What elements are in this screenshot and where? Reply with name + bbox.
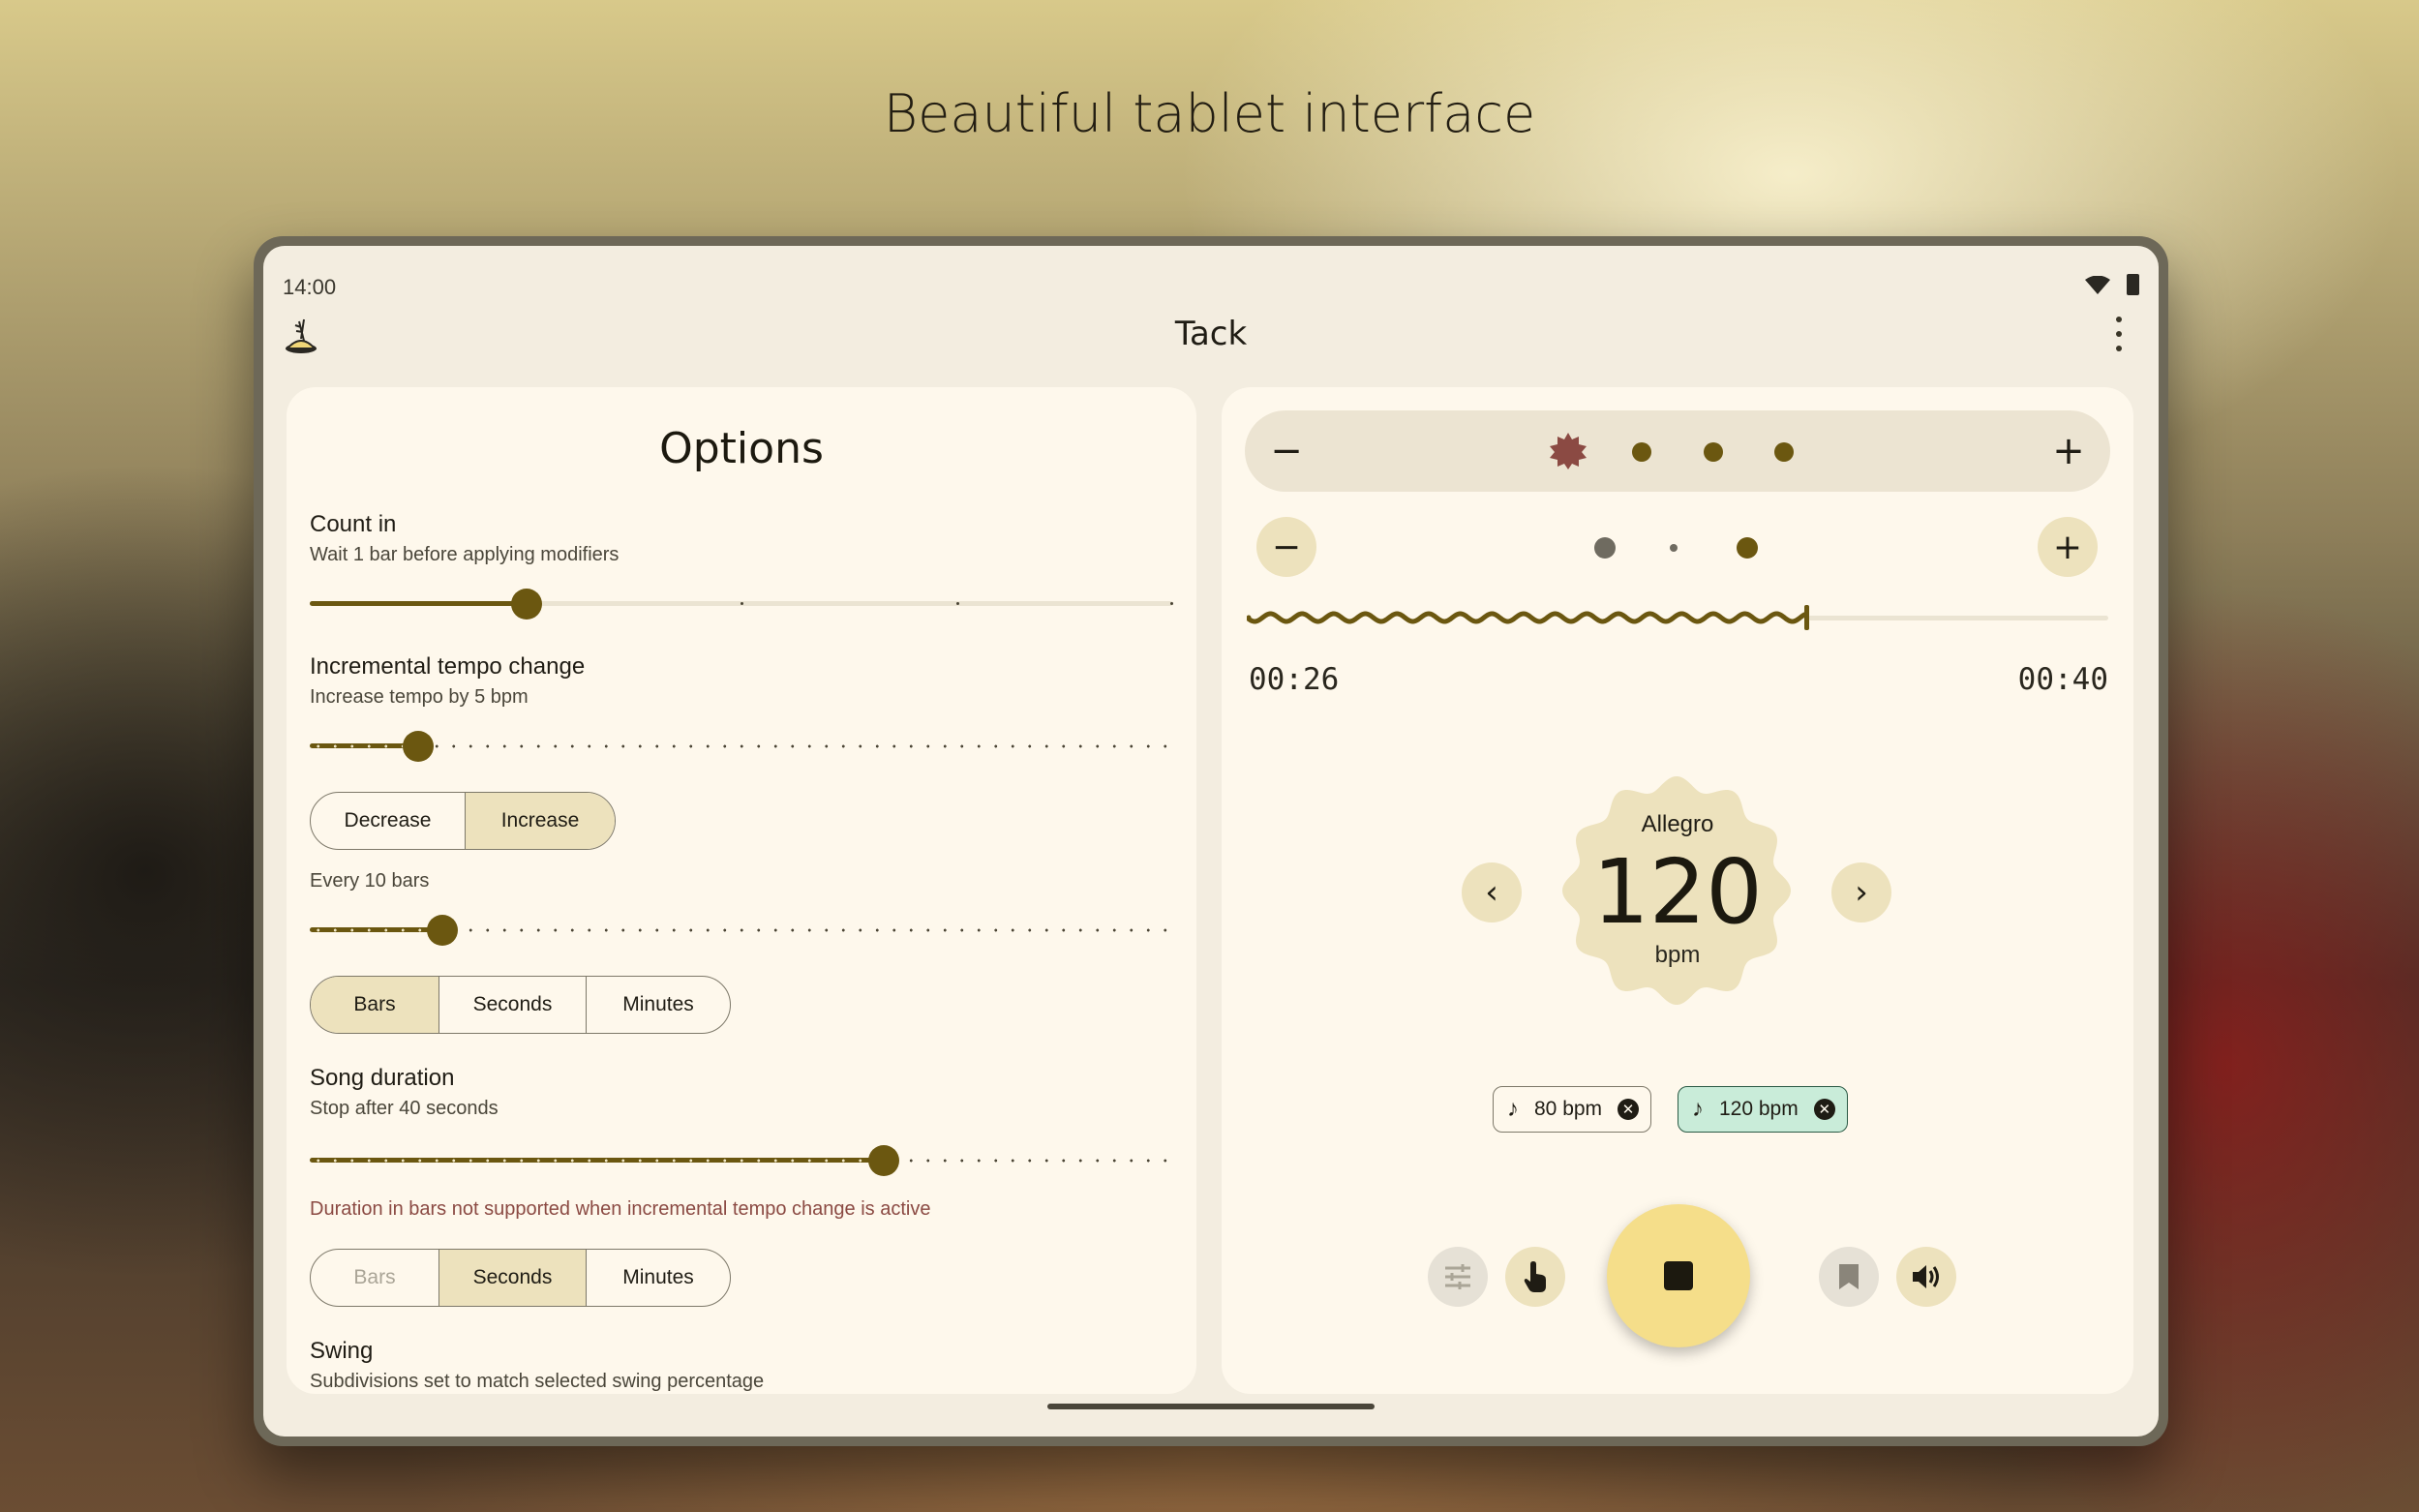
incremental-title: Incremental tempo change xyxy=(310,653,586,680)
beat-dot[interactable] xyxy=(1774,442,1794,462)
volume-icon xyxy=(1913,1265,1939,1288)
song-duration-slider[interactable] xyxy=(310,1143,1173,1176)
subdivision-dot[interactable] xyxy=(1737,537,1758,559)
next-tempo-button[interactable]: › xyxy=(1831,862,1891,922)
page-headline: Beautiful tablet interface xyxy=(883,83,1536,144)
song-duration-subtitle: Stop after 40 seconds xyxy=(310,1098,499,1119)
increase-option[interactable]: Increase xyxy=(466,793,615,849)
decrease-option[interactable]: Decrease xyxy=(311,793,466,849)
count-in-slider[interactable] xyxy=(310,587,1173,620)
tempo-name: Allegro xyxy=(1641,811,1714,837)
tempo-value[interactable]: 120 xyxy=(1222,840,2133,944)
bookmark-icon xyxy=(1839,1264,1859,1289)
elapsed-time: 00:26 xyxy=(1249,662,1340,697)
song-duration-thumb[interactable] xyxy=(868,1145,899,1176)
interval-unit-toggle: Bars Seconds Minutes xyxy=(310,976,731,1034)
first-beat-icon[interactable] xyxy=(1549,432,1587,470)
count-in-slider-thumb[interactable] xyxy=(511,589,542,620)
add-beat-button[interactable]: + xyxy=(2047,429,2090,473)
interval-unit-seconds[interactable]: Seconds xyxy=(439,977,587,1033)
bookmark-label: 80 bpm xyxy=(1534,1098,1603,1120)
battery-icon xyxy=(2127,274,2139,295)
add-subdivision-button[interactable]: + xyxy=(2038,517,2098,577)
home-indicator[interactable] xyxy=(1047,1404,1375,1409)
more-options-icon[interactable] xyxy=(2114,317,2124,351)
remove-bookmark-icon[interactable]: ✕ xyxy=(1813,1099,1835,1120)
bookmark-button[interactable] xyxy=(1819,1247,1879,1307)
tune-icon xyxy=(1445,1264,1470,1289)
stop-icon xyxy=(1664,1261,1693,1290)
duration-unit-minutes[interactable]: Minutes xyxy=(587,1250,730,1306)
direction-toggle: Decrease Increase xyxy=(310,792,616,850)
progress-bar[interactable] xyxy=(1247,603,2108,632)
incremental-subtitle: Increase tempo by 5 bpm xyxy=(310,686,529,708)
player-panel: − + − + 00:26 00:40 ‹ Allegro 120 bpm › … xyxy=(1222,387,2133,1394)
remove-subdivision-button[interactable]: − xyxy=(1256,517,1316,577)
subdivision-dot[interactable] xyxy=(1594,537,1616,559)
interval-unit-bars[interactable]: Bars xyxy=(311,977,439,1033)
count-in-title: Count in xyxy=(310,511,397,537)
app-bar: Tack xyxy=(263,309,2159,367)
bookmark-chip-120[interactable]: ♪ 120 bpm ✕ xyxy=(1678,1086,1848,1133)
stop-button[interactable] xyxy=(1607,1204,1750,1347)
increment-amount-slider[interactable] xyxy=(310,729,1173,762)
tap-tempo-button[interactable] xyxy=(1505,1247,1565,1307)
song-duration-title: Song duration xyxy=(310,1065,455,1091)
swing-subtitle: Subdivisions set to match selected swing… xyxy=(310,1371,765,1392)
tablet-frame: 14:00 Tack Options Count in Wait 1 bar b… xyxy=(254,236,2168,1446)
beats-bar: − + xyxy=(1245,410,2110,492)
beat-dot[interactable] xyxy=(1704,442,1723,462)
bookmark-chip-80[interactable]: ♪ 80 bpm ✕ xyxy=(1493,1086,1652,1133)
touch-icon xyxy=(1524,1261,1546,1292)
remove-beat-button[interactable]: − xyxy=(1265,429,1308,473)
interval-unit-minutes[interactable]: Minutes xyxy=(587,977,730,1033)
sound-button[interactable] xyxy=(1896,1247,1956,1307)
tablet-screen: 14:00 Tack Options Count in Wait 1 bar b… xyxy=(263,246,2159,1436)
wifi-icon xyxy=(2085,276,2110,294)
increment-amount-thumb[interactable] xyxy=(403,731,434,762)
duration-warning: Duration in bars not supported when incr… xyxy=(310,1198,931,1220)
options-toggle-button[interactable] xyxy=(1428,1247,1488,1307)
remove-bookmark-icon[interactable]: ✕ xyxy=(1618,1099,1640,1120)
tempo-unit: bpm xyxy=(1654,942,1701,968)
app-title: Tack xyxy=(1174,315,1248,353)
interval-slider[interactable] xyxy=(310,913,1173,946)
options-title: Options xyxy=(659,424,824,473)
total-time: 00:40 xyxy=(2017,662,2108,697)
swing-title: Swing xyxy=(310,1338,374,1364)
subdivision-dot[interactable] xyxy=(1670,544,1678,552)
note-icon: ♪ xyxy=(1692,1096,1704,1122)
beat-dot[interactable] xyxy=(1632,442,1651,462)
interval-slider-thumb[interactable] xyxy=(427,915,458,946)
status-clock: 14:00 xyxy=(283,275,337,299)
every-label: Every 10 bars xyxy=(310,870,430,892)
status-bar: 14:00 xyxy=(263,246,2159,299)
duration-unit-bars: Bars xyxy=(311,1250,439,1306)
bookmark-label: 120 bpm xyxy=(1719,1098,1799,1120)
duration-unit-seconds[interactable]: Seconds xyxy=(439,1250,587,1306)
note-icon: ♪ xyxy=(1507,1096,1519,1122)
count-in-subtitle: Wait 1 bar before applying modifiers xyxy=(310,544,620,565)
options-panel: Options Count in Wait 1 bar before apply… xyxy=(287,387,1196,1394)
duration-unit-toggle: Bars Seconds Minutes xyxy=(310,1249,731,1307)
